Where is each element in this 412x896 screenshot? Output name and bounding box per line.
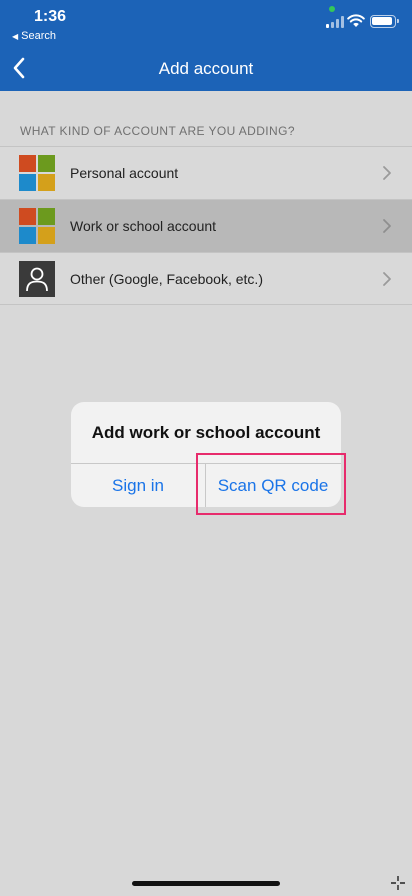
wifi-icon (347, 14, 365, 27)
person-icon (19, 261, 55, 297)
page-title: Add account (158, 59, 254, 78)
app-header: 1:36 ◀ Search Add account (0, 0, 412, 91)
account-row-personal[interactable]: Personal account (0, 146, 412, 199)
sign-in-button[interactable]: Sign in (71, 464, 205, 507)
nav-bar: Add account (0, 46, 412, 91)
status-time: 1:36 (34, 8, 67, 25)
back-to-app-link[interactable]: ◀ Search (12, 30, 56, 42)
privacy-indicator-icon (329, 6, 335, 12)
section-header: WHAT KIND OF ACCOUNT ARE YOU ADDING? (20, 124, 295, 138)
back-to-app-label: Search (21, 30, 57, 42)
account-row-work-school[interactable]: Work or school account (0, 199, 412, 252)
account-type-list: Personal account Work or school account … (0, 146, 412, 305)
crosshair-cursor-icon (391, 876, 405, 890)
microsoft-logo-icon (19, 155, 55, 191)
chevron-right-icon (383, 272, 391, 286)
cellular-signal-icon (326, 16, 344, 28)
account-row-other[interactable]: Other (Google, Facebook, etc.) (0, 252, 412, 305)
account-row-label: Work or school account (70, 218, 217, 234)
battery-icon (370, 15, 399, 28)
home-indicator[interactable] (132, 881, 280, 886)
back-triangle-icon: ◀ (12, 31, 19, 41)
microsoft-logo-icon (19, 208, 55, 244)
account-row-label: Other (Google, Facebook, etc.) (70, 271, 263, 287)
dialog-title: Add work or school account (91, 423, 321, 442)
highlight-box (196, 453, 346, 515)
account-row-label: Personal account (70, 165, 179, 181)
status-bar: 1:36 ◀ Search (0, 0, 412, 46)
chevron-right-icon (383, 219, 391, 233)
chevron-right-icon (383, 166, 391, 180)
